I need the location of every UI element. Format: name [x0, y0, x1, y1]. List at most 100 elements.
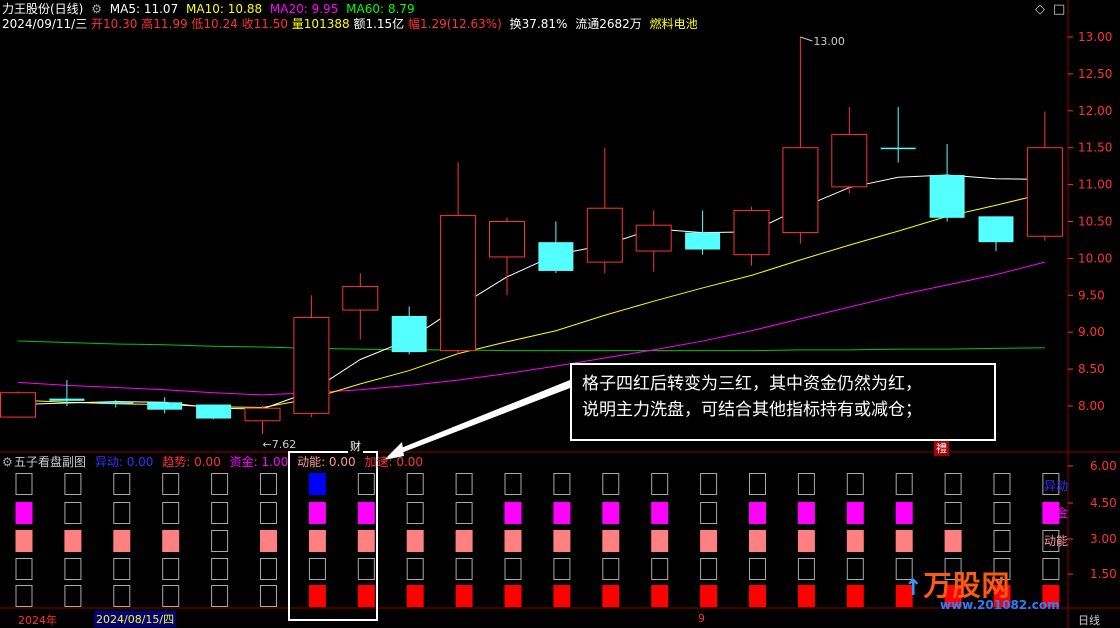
grid-cell-加速-off — [113, 585, 131, 607]
grid-cell-资金-off — [700, 502, 718, 524]
subchart-title-bar: 五子看盘副图 异动: 0.00 趋势: 0.00 资金: 1.00 动能: 0.… — [14, 455, 428, 469]
period-label[interactable]: 日线 — [1078, 612, 1100, 628]
quote-float: 流通2682万 — [575, 17, 642, 31]
square-icon[interactable]: □ — [1053, 2, 1065, 17]
grid-cell-趋势-off — [64, 558, 82, 580]
grid-cell-动能-on — [846, 530, 864, 552]
price-tick-label: 10.00 — [1078, 251, 1112, 265]
finance-tag[interactable]: 财 — [348, 438, 363, 454]
grid-cell-异动-off — [602, 473, 620, 495]
candle-body-up — [293, 316, 330, 414]
grid-cell-加速-on — [504, 585, 522, 607]
ma5-label: MA5: 11.07 — [109, 2, 179, 16]
grid-cell-动能-on — [602, 530, 620, 552]
grid-cell-动能-on — [651, 530, 669, 552]
candle-body-up — [342, 285, 379, 311]
annotation-callout: 格子四红后转变为三红，其中资金仍然为红， 说明主力洗盘，可结合其他指标持有或减仓… — [570, 363, 996, 441]
sub-tick-label: 6.00 — [1090, 459, 1117, 473]
sub-tick-label: 3.00 — [1090, 532, 1117, 546]
grid-cell-异动-off — [700, 473, 718, 495]
candle-body-down — [538, 242, 574, 271]
grid-cell-趋势-off — [357, 558, 375, 580]
chart-canvas: 13.00 12.50 12.00 11.50 11.00 10.50 10.00 9.50 9… — [0, 0, 1120, 628]
quote-sector[interactable]: 燃料电池 — [650, 17, 698, 31]
grid-cell-资金-on — [602, 502, 620, 524]
grid-cell-趋势-off — [260, 558, 277, 580]
candle-body-up — [635, 224, 672, 252]
low-price-label: ←7.62 — [263, 438, 297, 451]
candle-body-down — [49, 398, 85, 401]
grid-cell-资金-off — [455, 502, 473, 524]
sub-item-dongneng: 动能: 0.00 — [297, 455, 356, 469]
row-label-dongneng: 动能 — [1044, 534, 1069, 548]
grid-cell-异动-off — [651, 473, 669, 495]
grid-cell-趋势-off — [797, 558, 815, 580]
candle-body-up — [831, 133, 868, 188]
grid-cell-资金-off — [113, 502, 131, 524]
grid-cell-加速-on — [797, 585, 815, 607]
grid-cell-异动-off — [553, 473, 571, 495]
grid-cell-资金-on — [308, 502, 326, 524]
stock-title: 力王股份(日线) — [2, 2, 84, 16]
grid-cell-资金-on — [504, 502, 522, 524]
ma60-label: MA60: 8.79 — [346, 2, 415, 16]
watermark-url: www.201082.com — [940, 598, 1060, 612]
grid-cell-加速-on — [602, 585, 620, 607]
quote-low: 低10.24 — [191, 17, 238, 31]
grid-cell-动能-on — [944, 530, 962, 552]
sub-tick-label: 1.50 — [1090, 567, 1117, 581]
month-mark: 9 — [698, 612, 705, 625]
grid-cell-动能-on — [504, 530, 522, 552]
candle-body-down — [978, 216, 1014, 243]
grid-cell-趋势-off — [846, 558, 864, 580]
grid-cell-资金-on — [553, 502, 571, 524]
candle-body-up — [586, 207, 623, 263]
grid-cell-资金-off — [944, 502, 962, 524]
grid-cell-加速-on — [846, 585, 864, 607]
high-marker — [800, 36, 813, 42]
diamond-icon[interactable]: ◇ — [1035, 2, 1045, 17]
grid-cell-趋势-off — [15, 558, 33, 580]
candle-body-down — [391, 315, 427, 353]
watermark-logo-icon: ↑ — [904, 576, 924, 601]
gear-icon[interactable]: ⚙ — [91, 2, 102, 16]
grid-cell-异动-off — [504, 473, 522, 495]
grid-cell-动能-off — [993, 530, 1011, 552]
quote-close: 收11.50 — [241, 17, 288, 31]
grid-cell-趋势-off — [553, 558, 571, 580]
event-tag[interactable]: 禮 — [934, 440, 949, 456]
grid-cell-动能-on — [406, 530, 424, 552]
cursor-date: 2024/08/15/四 — [94, 611, 177, 627]
grid-cell-动能-off — [211, 530, 229, 552]
grid-cell-加速-on — [455, 585, 473, 607]
grid-cell-异动-off — [64, 473, 82, 495]
grid-cell-动能-on — [553, 530, 571, 552]
grid-cell-加速-on — [357, 585, 375, 607]
candle-body-down — [929, 175, 965, 218]
price-tick-label: 9.50 — [1078, 288, 1105, 302]
grid-cell-异动-off — [211, 473, 229, 495]
sub-item-yidong: 异动: 0.00 — [94, 455, 154, 469]
grid-cell-加速-off — [260, 585, 277, 607]
price-tick-label: 8.50 — [1078, 362, 1105, 376]
grid-cell-趋势-off — [504, 558, 522, 580]
grid-cell-动能-on — [749, 530, 766, 552]
grid-cell-趋势-off — [308, 558, 326, 580]
grid-cell-趋势-off — [211, 558, 229, 580]
grid-cell-趋势-off — [651, 558, 669, 580]
grid-cell-异动-off — [797, 473, 815, 495]
price-tick-label: 12.50 — [1078, 67, 1112, 81]
quote-amplitude: 幅1.29(12.63%) — [408, 17, 502, 31]
row-label-zijin: 资金 — [1044, 506, 1069, 520]
grid-cell-趋势-off — [455, 558, 473, 580]
grid-cell-异动-off — [895, 473, 913, 495]
grid-cell-异动-off — [993, 473, 1011, 495]
grid-cell-动能-on — [162, 530, 180, 552]
high-price-label: 13.00 — [813, 35, 845, 48]
grid-cell-趋势-off — [113, 558, 131, 580]
grid-cell-异动-off — [406, 473, 424, 495]
grid-cell-动能-on — [64, 530, 82, 552]
grid-cell-动能-on — [113, 530, 131, 552]
grid-cell-动能-on — [357, 530, 375, 552]
grid-cell-异动-off — [944, 473, 962, 495]
